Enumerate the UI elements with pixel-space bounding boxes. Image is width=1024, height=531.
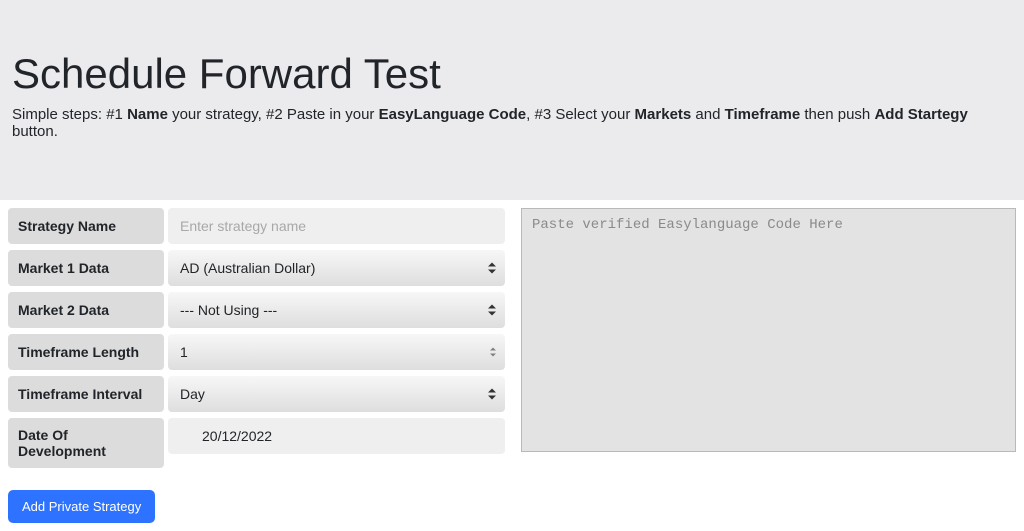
market2-select[interactable]: --- Not Using --- xyxy=(168,292,505,328)
add-private-strategy-button[interactable]: Add Private Strategy xyxy=(8,490,155,523)
market1-select[interactable]: AD (Australian Dollar) xyxy=(168,250,505,286)
page-header: Schedule Forward Test Simple steps: #1 N… xyxy=(0,0,1024,200)
label-timeframe-interval: Timeframe Interval xyxy=(8,376,164,412)
form-left-column: Strategy Name Market 1 Data AD (Australi… xyxy=(8,208,505,474)
row-market2: Market 2 Data --- Not Using --- xyxy=(8,292,505,328)
label-market2: Market 2 Data xyxy=(8,292,164,328)
label-market1: Market 1 Data xyxy=(8,250,164,286)
label-strategy-name: Strategy Name xyxy=(8,208,164,244)
row-date-development: Date Of Development 20/12/2022 xyxy=(8,418,505,468)
row-timeframe-length: Timeframe Length xyxy=(8,334,505,370)
row-market1: Market 1 Data AD (Australian Dollar) xyxy=(8,250,505,286)
label-timeframe-length: Timeframe Length xyxy=(8,334,164,370)
row-strategy-name: Strategy Name xyxy=(8,208,505,244)
timeframe-interval-select[interactable]: Day xyxy=(168,376,505,412)
label-date-development: Date Of Development xyxy=(8,418,164,468)
form-right-column xyxy=(521,208,1016,457)
form-content: Strategy Name Market 1 Data AD (Australi… xyxy=(0,200,1024,474)
button-row: Add Private Strategy xyxy=(0,474,1024,531)
easylanguage-code-textarea[interactable] xyxy=(521,208,1016,452)
intro-text: Simple steps: #1 Name your strategy, #2 … xyxy=(12,106,1012,140)
page-title: Schedule Forward Test xyxy=(12,50,1012,98)
row-timeframe-interval: Timeframe Interval Day xyxy=(8,376,505,412)
timeframe-length-input[interactable] xyxy=(168,334,505,370)
date-of-development-value: 20/12/2022 xyxy=(168,418,505,454)
strategy-name-input[interactable] xyxy=(168,208,505,244)
